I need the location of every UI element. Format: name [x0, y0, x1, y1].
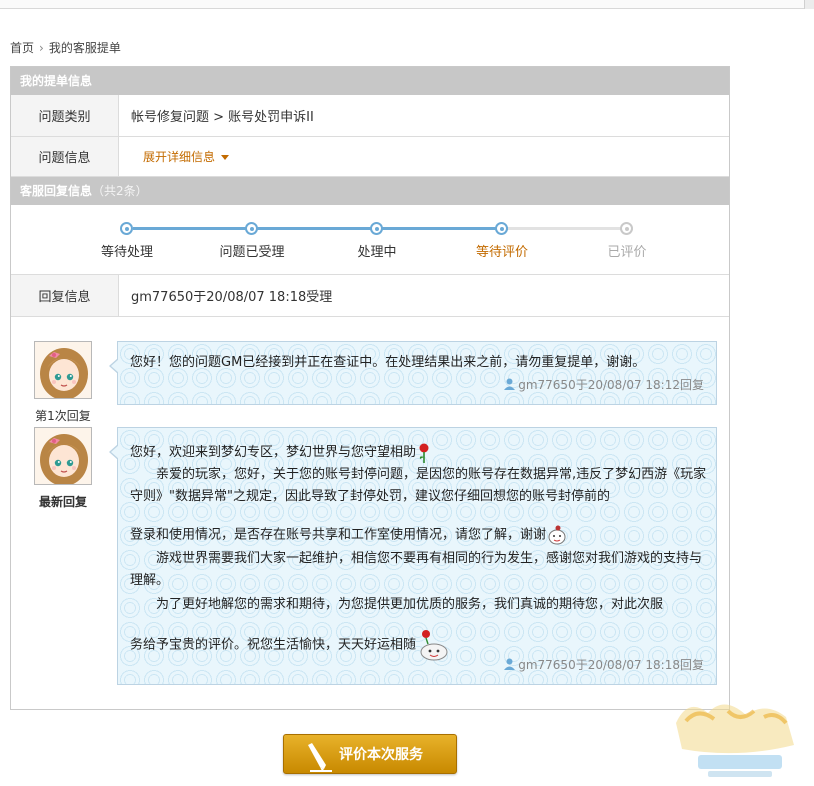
reply-2-meta: gm77650于20/08/07 18:18回复 — [503, 656, 704, 673]
step-dot-5 — [620, 222, 633, 235]
user-icon — [504, 658, 516, 670]
top-bar — [0, 0, 814, 9]
step-label-5: 已评价 — [607, 245, 647, 260]
gm-avatar-2 — [34, 427, 92, 485]
mascot-emote-icon — [420, 630, 448, 661]
reply-2-label: 最新回复 — [38, 495, 87, 509]
ticket-section-header: 我的提单信息 — [11, 67, 729, 95]
reply-1-bubble: 您好！您的问题GM已经接到并正在查证中。在处理结果出来之前，请勿重复提单，谢谢。… — [109, 341, 717, 405]
breadcrumb: 首页 › 我的客服提单 — [10, 39, 121, 56]
step-dot-1 — [120, 222, 133, 235]
category-row: 问题类别 帐号修复问题 > 账号处罚申诉II — [11, 95, 729, 137]
reply-2-para3b: 务给予宝贵的评价。祝您生活愉快，天天好运相随 — [130, 628, 452, 662]
step-dot-2 — [245, 222, 258, 235]
reply-2-meta-text: gm77650于20/08/07 18:18回复 — [518, 658, 704, 672]
reply-1-label: 第1次回复 — [35, 409, 91, 423]
step-label-4: 等待评价 — [475, 245, 528, 260]
reply-2-greeting: 您好，欢迎来到梦幻专区，梦幻世界与您守望相助 — [130, 442, 432, 464]
breadcrumb-home[interactable]: 首页 — [10, 39, 34, 56]
reply-section-title: 客服回复信息 — [20, 184, 93, 198]
expand-details-label: 展开详细信息 — [143, 150, 216, 164]
reply-2-para3: 为了更好地解您的需求和期待，为您提供更加优质的服务，我们真诚的期待您，对此次服 — [156, 597, 664, 612]
reply-2-greeting-text: 您好，欢迎来到梦幻专区，梦幻世界与您守望相助 — [130, 445, 417, 460]
rate-service-label: 评价本次服务 — [339, 747, 423, 763]
reply-1-text: 您好！您的问题GM已经接到并正在查证中。在处理结果出来之前，请勿重复提单，谢谢。 — [130, 355, 646, 370]
gm-avatar — [34, 341, 92, 399]
info-label: 问题信息 — [11, 137, 119, 176]
reply-2-bubble: 您好，欢迎来到梦幻专区，梦幻世界与您守望相助 亲爱的玩家，您好，关于您的账号封停… — [109, 427, 717, 685]
step-dot-4 — [495, 222, 508, 235]
progress-tracker: 等待处理 问题已受理 处理中 等待评价 已评价 — [11, 205, 729, 275]
reply-info-row: 回复信息 gm77650于20/08/07 18:18受理 — [11, 275, 729, 317]
caret-down-icon — [221, 155, 230, 160]
rose-icon — [419, 443, 429, 463]
smiley-emote-icon — [548, 525, 566, 545]
reply-1-meta-text: gm77650于20/08/07 18:12回复 — [518, 378, 704, 392]
reply-section-count: （共2条） — [92, 184, 148, 198]
info-row: 问题信息 展开详细信息 — [11, 137, 729, 177]
chevron-right-icon: › — [39, 40, 44, 55]
step-label-1: 等待处理 — [100, 245, 153, 260]
reply-2-para1b: 登录和使用情况，是否存在账号共享和工作室使用情况，请您了解，谢谢 — [130, 524, 568, 547]
category-label: 问题类别 — [11, 95, 119, 136]
reply-info-label: 回复信息 — [11, 275, 119, 316]
rate-service-button[interactable]: 评价本次服务 — [283, 734, 457, 774]
user-icon — [504, 378, 516, 390]
step-dot-3 — [370, 222, 383, 235]
progress-line-pending — [508, 227, 633, 230]
scrollbar[interactable] — [804, 0, 814, 9]
reply-2-para3b-text: 务给予宝贵的评价。祝您生活愉快，天天好运相随 — [130, 637, 417, 653]
reply-section-header: 客服回复信息（共2条） — [11, 177, 729, 205]
progress-line-done — [133, 227, 508, 230]
reply-1-meta: gm77650于20/08/07 18:12回复 — [503, 376, 704, 393]
category-value: 帐号修复问题 > 账号处罚申诉II — [131, 110, 314, 125]
ticket-section-title: 我的提单信息 — [20, 74, 93, 88]
step-label-3: 处理中 — [357, 245, 397, 260]
girl-avatar-icon — [35, 342, 91, 398]
girl-avatar-icon — [35, 428, 91, 484]
step-label-2: 问题已受理 — [219, 245, 285, 260]
game-logo-watermark — [676, 704, 794, 777]
reply-info-value: gm77650于20/08/07 18:18受理 — [131, 290, 333, 305]
ticket-panel: 我的提单信息 问题类别 帐号修复问题 > 账号处罚申诉II 问题信息 展开详细信… — [10, 66, 730, 710]
reply-2-para1: 亲爱的玩家，您好，关于您的账号封停问题，是因您的账号存在数据异常,违反了梦幻西游… — [130, 467, 707, 504]
reply-2-para1b-text: 登录和使用情况，是否存在账号共享和工作室使用情况，请您了解，谢谢 — [130, 527, 547, 543]
expand-details-button[interactable]: 展开详细信息 — [131, 137, 230, 176]
pencil-icon — [308, 743, 332, 772]
breadcrumb-current: 我的客服提单 — [48, 41, 121, 55]
reply-2-para2: 游戏世界需要我们大家一起维护，相信您不要再有相同的行为发生，感谢您对我们游戏的支… — [130, 551, 703, 588]
